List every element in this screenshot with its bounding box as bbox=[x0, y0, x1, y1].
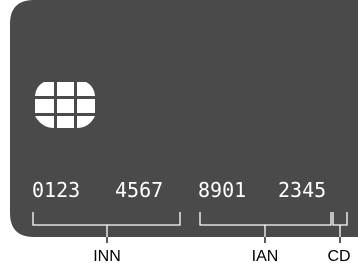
card-number-group-4: 2345 bbox=[278, 178, 326, 202]
sim-chip-icon bbox=[35, 82, 95, 128]
cd-label: CD bbox=[327, 248, 350, 263]
card-number-group-3: 8901 bbox=[198, 178, 246, 202]
inn-label: INN bbox=[93, 248, 121, 263]
diagram-canvas: 0123 4567 8901 2345 INN IAN CD bbox=[10, 0, 358, 263]
card-number-diagram: 0123 4567 8901 2345 INN IAN CD bbox=[0, 0, 358, 263]
ian-label: IAN bbox=[252, 248, 279, 263]
card-number-group-1: 0123 bbox=[32, 178, 80, 202]
card-number-group-2: 4567 bbox=[115, 178, 163, 202]
